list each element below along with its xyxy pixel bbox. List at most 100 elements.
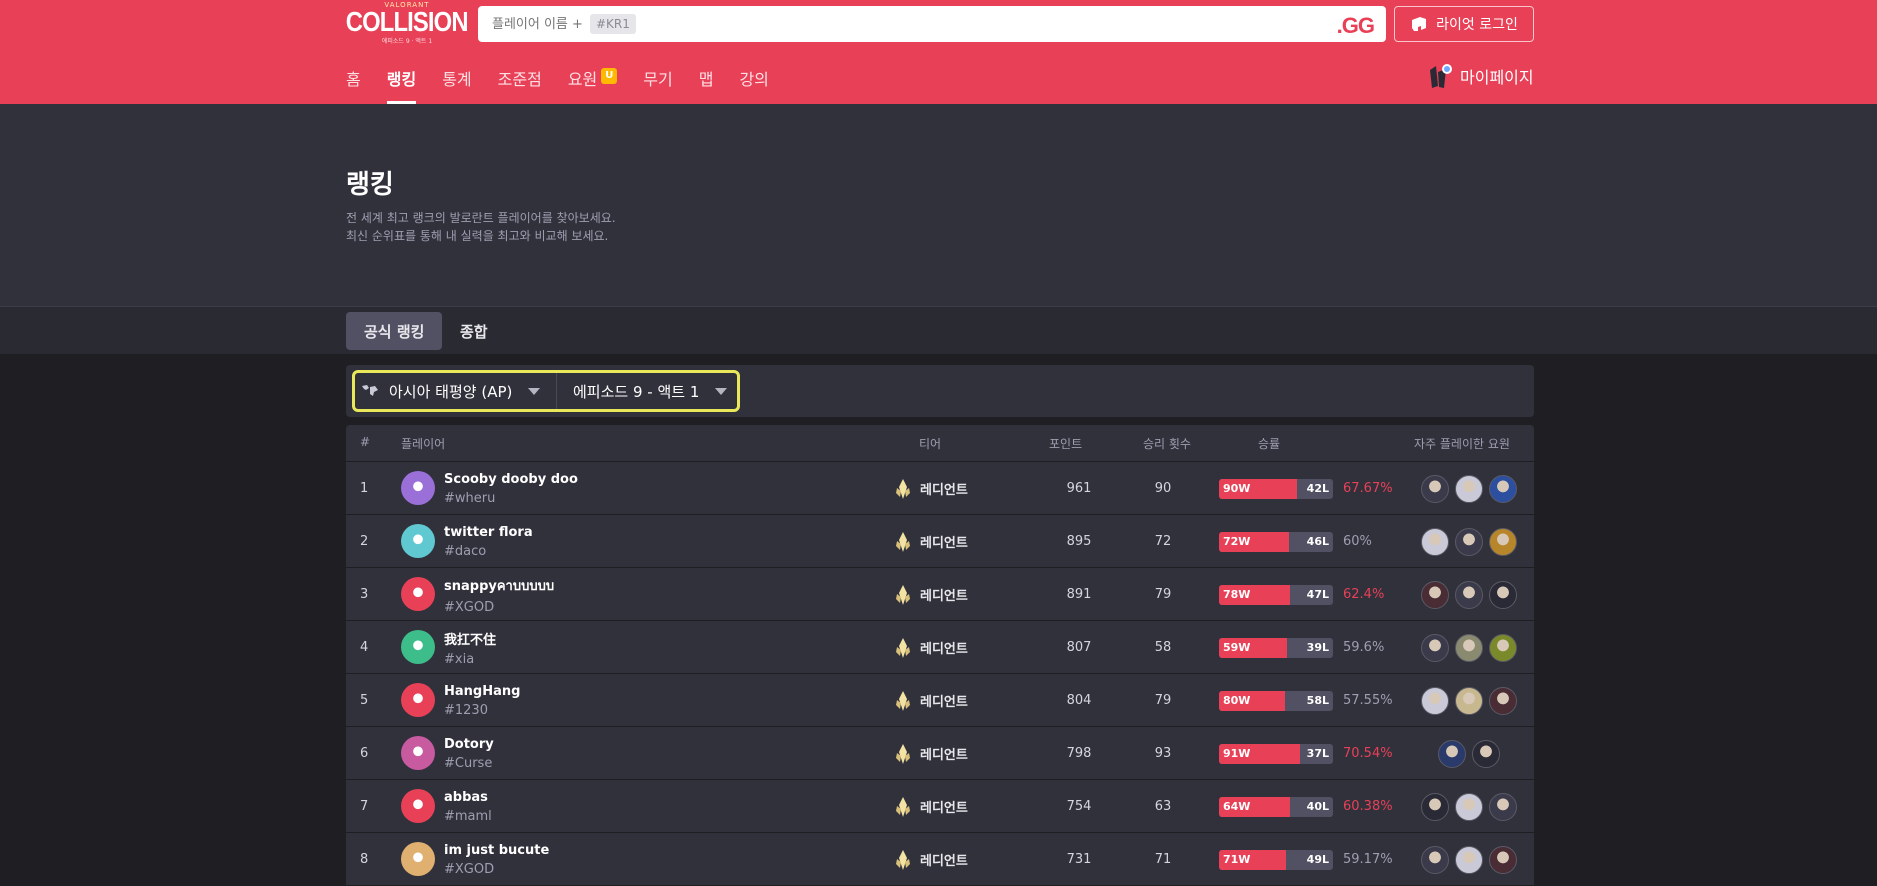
logo-main-text: COLLISION bbox=[346, 6, 469, 37]
col-tier: 티어 bbox=[919, 437, 942, 451]
agent-portrait-icon[interactable] bbox=[1489, 686, 1517, 715]
agent-portrait-icon[interactable] bbox=[1455, 474, 1483, 503]
radiant-tier-icon bbox=[896, 743, 910, 764]
agent-portrait-icon[interactable] bbox=[1489, 845, 1517, 874]
wins-value: 90 bbox=[1154, 481, 1172, 496]
region-dropdown[interactable]: 아시아 태평양 (AP) bbox=[355, 373, 557, 409]
table-row[interactable]: 3 snappyคาบบบบบ #XGOD 레디언트 891 79 78W 47… bbox=[346, 567, 1534, 620]
agent-portrait-icon[interactable] bbox=[1421, 527, 1449, 556]
table-row[interactable]: 5 HangHang #1230 레디언트 804 79 80W 58L 57.… bbox=[346, 673, 1534, 726]
table-row[interactable]: 7 abbas #maml 레디언트 754 63 64W 40L 60.38% bbox=[346, 779, 1534, 832]
player-name[interactable]: 我扛不住 bbox=[444, 629, 496, 648]
player-cell[interactable]: 我扛不住 #xia bbox=[444, 621, 496, 674]
player-name[interactable]: HangHang bbox=[444, 684, 520, 699]
win-loss-bar: 64W 40L bbox=[1219, 796, 1333, 817]
nav-crosshair[interactable]: 조준점 bbox=[498, 66, 542, 104]
agent-portrait-icon[interactable] bbox=[1455, 633, 1483, 662]
player-avatar[interactable] bbox=[401, 577, 435, 611]
player-name[interactable]: Dotory bbox=[444, 737, 494, 752]
table-header: # 플레이어 티어 포인트 승리 횟수 승률 자주 플레이한 요원 bbox=[346, 425, 1534, 461]
player-avatar[interactable] bbox=[401, 842, 435, 876]
agent-portrait-icon[interactable] bbox=[1489, 474, 1517, 503]
agent-portrait-icon[interactable] bbox=[1489, 792, 1517, 821]
mypage-link[interactable]: 마이페이지 bbox=[1426, 62, 1534, 90]
agent-portrait-icon[interactable] bbox=[1455, 527, 1483, 556]
player-name[interactable]: abbas bbox=[444, 790, 488, 805]
gg-brand[interactable]: .GG bbox=[1337, 13, 1375, 39]
winrate-value: 67.67% bbox=[1343, 481, 1393, 496]
agent-portrait-icon[interactable] bbox=[1421, 633, 1449, 662]
agent-portrait-icon[interactable] bbox=[1489, 527, 1517, 556]
player-cell[interactable]: Dotory #Curse bbox=[444, 727, 494, 780]
agent-portrait-icon[interactable] bbox=[1421, 686, 1449, 715]
player-name[interactable]: snappyคาบบบบบ bbox=[444, 575, 554, 596]
player-name[interactable]: twitter flora bbox=[444, 525, 533, 540]
wins-value: 71 bbox=[1154, 852, 1172, 867]
agent-portrait-icon[interactable] bbox=[1489, 633, 1517, 662]
table-row[interactable]: 6 Dotory #Curse 레디언트 798 93 91W 37L 70.5… bbox=[346, 726, 1534, 779]
ranking-table: # 플레이어 티어 포인트 승리 횟수 승률 자주 플레이한 요원 1 Scoo… bbox=[346, 425, 1534, 885]
tab-official-ranking[interactable]: 공식 랭킹 bbox=[346, 312, 443, 350]
player-cell[interactable]: abbas #maml bbox=[444, 780, 492, 833]
agent-portrait-icon[interactable] bbox=[1421, 474, 1449, 503]
table-row[interactable]: 2 twitter flora #daco 레디언트 895 72 72W 46… bbox=[346, 514, 1534, 567]
wins-bar-label: 59W bbox=[1219, 637, 1287, 658]
top-header: VALORANT COLLISION 에피소드 9 · 액트 1 #KR1 .G… bbox=[0, 0, 1877, 104]
player-cell[interactable]: twitter flora #daco bbox=[444, 515, 533, 568]
episode-label: 에피소드 9 - 액트 1 bbox=[573, 382, 700, 401]
win-loss-bar: 71W 49L bbox=[1219, 849, 1333, 870]
player-avatar[interactable] bbox=[401, 789, 435, 823]
player-avatar[interactable] bbox=[401, 630, 435, 664]
player-name[interactable]: im just bucute bbox=[444, 843, 549, 858]
player-avatar[interactable] bbox=[401, 524, 435, 558]
player-avatar[interactable] bbox=[401, 683, 435, 717]
tier-cell: 레디언트 bbox=[894, 674, 968, 727]
nav-maps[interactable]: 맵 bbox=[699, 66, 714, 104]
agent-portrait-icon[interactable] bbox=[1455, 845, 1483, 874]
agent-portrait-icon[interactable] bbox=[1472, 739, 1500, 768]
episode-dropdown[interactable]: 에피소드 9 - 액트 1 bbox=[557, 373, 728, 409]
agent-portrait-icon[interactable] bbox=[1438, 739, 1466, 768]
tier-cell: 레디언트 bbox=[894, 833, 968, 886]
losses-bar-label: 40L bbox=[1306, 799, 1329, 813]
player-cell[interactable]: im just bucute #XGOD bbox=[444, 833, 549, 886]
agent-portrait-icon[interactable] bbox=[1421, 792, 1449, 821]
tab-overall[interactable]: 종합 bbox=[442, 312, 506, 350]
collision-logo[interactable]: VALORANT COLLISION 에피소드 9 · 액트 1 bbox=[346, 0, 469, 45]
nav-weapons[interactable]: 무기 bbox=[643, 66, 672, 104]
table-row[interactable]: 4 我扛不住 #xia 레디언트 807 58 59W 39L 59.6% bbox=[346, 620, 1534, 673]
nav-lessons[interactable]: 강의 bbox=[739, 66, 768, 104]
riot-login-button[interactable]: 라이엇 로그인 bbox=[1394, 6, 1534, 42]
filter-bar: 아시아 태평양 (AP) 에피소드 9 - 액트 1 bbox=[346, 365, 1534, 417]
rank-number: 3 bbox=[360, 587, 369, 602]
col-points: 포인트 bbox=[1049, 437, 1083, 451]
nav-agents[interactable]: 요원 U bbox=[568, 66, 618, 104]
mypage-label: 마이페이지 bbox=[1460, 68, 1534, 87]
agent-portrait-icon[interactable] bbox=[1455, 792, 1483, 821]
table-row[interactable]: 1 Scooby dooby doo #wheru 레디언트 961 90 90… bbox=[346, 461, 1534, 514]
points-value: 895 bbox=[1066, 534, 1092, 549]
search-bar[interactable]: #KR1 .GG bbox=[478, 6, 1386, 42]
player-name[interactable]: Scooby dooby doo bbox=[444, 472, 578, 487]
win-loss-bar: 59W 39L bbox=[1219, 637, 1333, 658]
agent-portrait-icon[interactable] bbox=[1455, 580, 1483, 609]
win-loss-bar: 91W 37L bbox=[1219, 743, 1333, 764]
player-avatar[interactable] bbox=[401, 736, 435, 770]
agent-portrait-icon[interactable] bbox=[1489, 580, 1517, 609]
player-cell[interactable]: snappyคาบบบบบ #XGOD bbox=[444, 568, 554, 621]
agents-cell bbox=[1414, 568, 1524, 621]
agent-portrait-icon[interactable] bbox=[1421, 580, 1449, 609]
nav-ranking[interactable]: 랭킹 bbox=[386, 66, 417, 104]
nav-stats[interactable]: 통계 bbox=[442, 66, 471, 104]
table-row[interactable]: 8 im just bucute #XGOD 레디언트 731 71 71W 4… bbox=[346, 832, 1534, 885]
nav-home[interactable]: 홈 bbox=[346, 66, 361, 104]
losses-bar-label: 49L bbox=[1306, 852, 1329, 866]
search-input[interactable] bbox=[492, 16, 586, 32]
losses-bar-label: 39L bbox=[1306, 640, 1329, 654]
player-cell[interactable]: HangHang #1230 bbox=[444, 674, 520, 727]
agent-portrait-icon[interactable] bbox=[1455, 686, 1483, 715]
agent-portrait-icon[interactable] bbox=[1421, 845, 1449, 874]
rank-number: 8 bbox=[360, 852, 369, 867]
player-avatar[interactable] bbox=[401, 471, 435, 505]
player-cell[interactable]: Scooby dooby doo #wheru bbox=[444, 462, 578, 515]
